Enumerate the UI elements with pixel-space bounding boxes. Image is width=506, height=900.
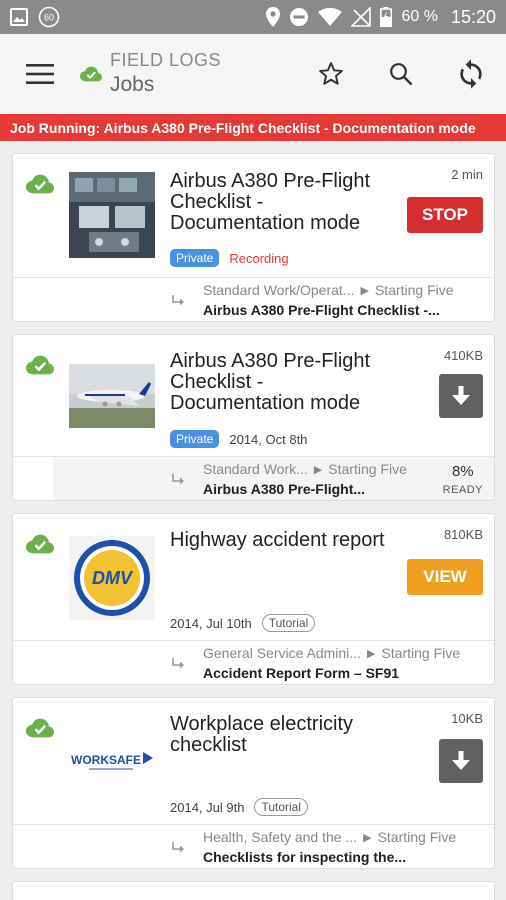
path-separator-icon: ▶ <box>313 463 323 476</box>
airplane-thumbnail <box>69 364 155 428</box>
job-title: Highway accident report <box>170 529 385 551</box>
path-separator-icon: ▶ <box>360 284 369 297</box>
svg-text:DMV: DMV <box>92 568 134 588</box>
sync-cloud-icon <box>26 174 54 194</box>
sync-cloud-icon <box>80 66 102 82</box>
svg-text:60: 60 <box>44 13 54 23</box>
sync-cloud-icon <box>26 534 54 554</box>
location-icon <box>266 7 281 27</box>
gallery-icon <box>10 8 28 26</box>
job-path: General Service Admini... ▶ Starting Fiv… <box>13 640 494 684</box>
job-elapsed-time: 2 min <box>451 167 483 182</box>
path-segment: General Service Admini... <box>203 645 361 661</box>
subdirectory-arrow-icon <box>172 842 184 853</box>
dmv-logo: DMV <box>69 536 155 620</box>
subdirectory-arrow-icon <box>172 474 184 485</box>
path-separator-icon: ▶ <box>366 647 376 660</box>
search-button[interactable] <box>366 34 436 114</box>
sync-icon <box>460 59 482 89</box>
tutorial-tag: Tutorial <box>254 798 309 816</box>
job-card[interactable]: WORKSAFE Workplace electricity checklist… <box>12 697 495 869</box>
status-bar: 60 60 % 15:20 <box>0 0 506 34</box>
job-card[interactable]: DMV Highway accident report 810KB VIEW 2… <box>12 513 495 685</box>
app-bar: FIELD LOGS Jobs <box>0 34 506 114</box>
recording-status: Recording <box>229 250 289 266</box>
cockpit-thumbnail <box>69 172 155 258</box>
menu-button[interactable] <box>0 34 80 114</box>
app-kicker: FIELD LOGS <box>110 50 222 70</box>
app-title: FIELD LOGS Jobs <box>80 49 221 99</box>
refresh-button[interactable] <box>436 34 506 114</box>
path-segment: Standard Work/Operat... <box>203 282 355 298</box>
form-name: Airbus A380 Pre-Flight Checklist -... <box>203 302 440 318</box>
download-progress: 8% READY <box>443 463 483 498</box>
job-path: Health, Safety and the ... ▶ Starting Fi… <box>13 824 494 868</box>
no-signal-icon <box>351 7 372 27</box>
job-size: 810KB <box>443 527 483 542</box>
notification-count-icon: 60 <box>38 6 60 28</box>
path-segment: Health, Safety and the ... <box>203 829 358 845</box>
job-date: 2014, Jul 9th <box>170 799 245 815</box>
subdirectory-arrow-icon <box>172 658 184 669</box>
progress-label: READY <box>442 484 483 496</box>
hamburger-menu-icon <box>26 64 54 84</box>
job-path: Standard Work... ▶ Starting Five Airbus … <box>13 456 494 500</box>
job-card[interactable]: Airbus A380 Pre-Flight Checklist - Docum… <box>12 153 495 322</box>
path-segment: Starting Five <box>374 282 454 298</box>
job-date: 2014, Oct 8th <box>229 431 308 447</box>
download-button[interactable] <box>439 739 483 783</box>
subdirectory-arrow-icon <box>172 295 184 306</box>
path-segment: Starting Five <box>381 645 461 661</box>
view-button[interactable]: VIEW <box>407 559 483 595</box>
job-path: Standard Work/Operat... ▶ Starting Five … <box>13 277 494 321</box>
wifi-icon <box>318 8 343 26</box>
job-title: Airbus A380 Pre-Flight Checklist - Docum… <box>170 170 371 234</box>
job-title: Workplace electricity checklist <box>170 713 354 756</box>
favorite-button[interactable] <box>296 34 366 114</box>
form-name: Accident Report Form – SF91 <box>203 665 400 681</box>
download-arrow-icon <box>452 386 470 405</box>
job-running-banner[interactable]: Job Running: Airbus A380 Pre-Flight Chec… <box>0 114 506 141</box>
job-size: 410KB <box>443 348 483 363</box>
worksafe-logo: WORKSAFE <box>69 720 155 806</box>
path-segment: Standard Work... <box>203 461 308 477</box>
form-name: Airbus A380 Pre-Flight... <box>203 481 366 497</box>
stop-button[interactable]: STOP <box>407 197 483 233</box>
star-icon <box>319 62 343 85</box>
private-badge: Private <box>170 249 220 267</box>
job-card[interactable]: Airbus A380 Pre-Flight Checklist - Docum… <box>12 334 495 501</box>
sync-cloud-icon <box>26 355 54 375</box>
battery-charging-icon <box>380 7 393 27</box>
clock: 15:20 <box>450 6 496 27</box>
job-size: 10KB <box>451 711 483 726</box>
form-name: Checklists for inspecting the... <box>203 849 407 865</box>
battery-level: 60 % <box>401 8 438 25</box>
tutorial-tag: Tutorial <box>261 614 316 632</box>
sync-cloud-icon <box>26 718 54 738</box>
download-button[interactable] <box>439 374 483 418</box>
path-separator-icon: ▶ <box>363 831 372 844</box>
job-title: Airbus A380 Pre-Flight Checklist - Docum… <box>170 350 371 414</box>
progress-percent: 8% <box>451 463 474 480</box>
page-title: Jobs <box>110 73 155 96</box>
job-card[interactable] <box>12 881 495 900</box>
path-segment: Starting Five <box>328 461 407 477</box>
download-arrow-icon <box>452 751 470 770</box>
do-not-disturb-icon <box>289 7 309 27</box>
svg-text:WORKSAFE: WORKSAFE <box>71 753 141 767</box>
private-badge: Private <box>170 430 220 448</box>
path-segment: Starting Five <box>377 829 457 845</box>
job-date: 2014, Jul 10th <box>170 615 252 631</box>
search-icon <box>390 63 413 86</box>
